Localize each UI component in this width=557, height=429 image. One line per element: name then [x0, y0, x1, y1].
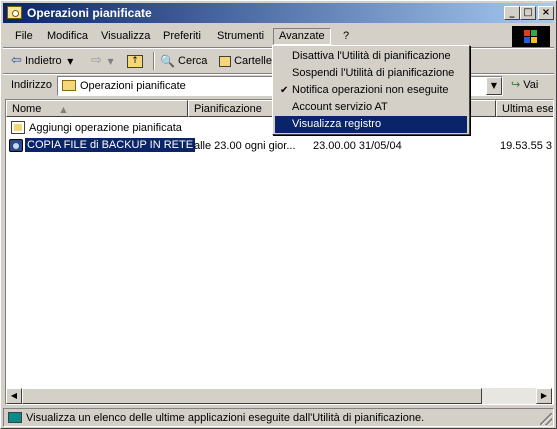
title-bar[interactable]: Operazioni pianificate _ □ ×: [3, 3, 554, 23]
menu-preferiti[interactable]: Preferiti: [157, 28, 207, 45]
menu-item-label: Sospendi l'Utilità di pianificazione: [292, 67, 455, 79]
status-bar: Visualizza un elenco delle ultime applic…: [3, 408, 554, 427]
task-name: Aggiungi operazione pianificata: [29, 122, 182, 134]
menu-item-label: Visualizza registro: [292, 118, 382, 130]
status-text: Visualizza un elenco delle ultime applic…: [26, 412, 425, 424]
menu-item-account-at[interactable]: Account servizio AT: [275, 99, 467, 116]
menu-strumenti[interactable]: Strumenti: [211, 28, 270, 45]
scheduled-tasks-folder-icon: [7, 6, 22, 19]
folders-icon: [219, 55, 231, 67]
horizontal-scrollbar[interactable]: ◀ ▶: [6, 388, 552, 404]
menu-item-sospendi[interactable]: Sospendi l'Utilità di pianificazione: [275, 65, 467, 82]
menu-item-label: Account servizio AT: [292, 101, 388, 113]
menu-help[interactable]: ?: [337, 28, 355, 45]
maximize-button[interactable]: □: [520, 6, 536, 20]
go-button[interactable]: ↪ Vai: [511, 78, 538, 91]
address-label: Indirizzo: [11, 79, 52, 91]
menu-modifica[interactable]: Modifica: [41, 28, 94, 45]
windows-logo-icon: [512, 26, 550, 47]
back-arrow-icon: ⇦: [11, 53, 22, 69]
menu-avanzate[interactable]: Avanzate: [273, 28, 331, 45]
add-task-icon: [11, 121, 25, 134]
task-icon: [9, 139, 23, 152]
task-next-run: 23.00.00 31/05/04: [313, 140, 402, 152]
menu-item-notifica[interactable]: ✔ Notifica operazioni non eseguite: [275, 82, 467, 99]
folder-icon: [62, 80, 76, 91]
task-schedule: alle 23.00 ogni gior...: [194, 140, 296, 152]
back-button[interactable]: ⇦ Indietro ▼: [11, 52, 73, 70]
scroll-left-button[interactable]: ◀: [6, 388, 22, 404]
folders-label: Cartelle: [234, 55, 272, 67]
close-button[interactable]: ×: [538, 6, 554, 20]
column-header-ultima-esecuzione[interactable]: Ultima esec: [496, 100, 554, 117]
column-header-nome[interactable]: Nome ▲: [6, 100, 188, 117]
search-icon: 🔍: [160, 54, 175, 69]
back-label: Indietro: [24, 55, 62, 67]
search-label: Cerca: [178, 55, 208, 67]
up-folder-icon: ↑: [127, 54, 143, 68]
minimize-button[interactable]: _: [504, 6, 520, 20]
scroll-thumb[interactable]: [22, 388, 482, 404]
back-dropdown-icon[interactable]: ▼: [65, 57, 73, 66]
menu-item-visualizza-registro[interactable]: Visualizza registro: [275, 116, 467, 133]
column-label-nome: Nome: [12, 103, 42, 115]
menu-bar: File Modifica Visualizza Preferiti Strum…: [3, 25, 554, 47]
task-name: COPIA FILE di BACKUP IN RETE: [25, 138, 196, 152]
explorer-window: Operazioni pianificate _ □ × File Modifi…: [0, 0, 557, 429]
avanzate-dropdown-menu: Disattiva l'Utilità di pianificazione So…: [272, 45, 470, 135]
scroll-right-button[interactable]: ▶: [536, 388, 552, 404]
window-title: Operazioni pianificate: [27, 6, 152, 20]
menu-visualizza[interactable]: Visualizza: [95, 28, 156, 45]
go-arrow-icon: ↪: [511, 78, 521, 91]
resize-grip-icon[interactable]: [540, 413, 552, 425]
column-label-pianificazione: Pianificazione: [194, 103, 262, 115]
forward-dropdown-icon[interactable]: ▼: [105, 57, 114, 66]
folders-button[interactable]: Cartelle: [219, 52, 272, 70]
task-last-run: 19.53.55 3: [500, 140, 552, 152]
address-value: Operazioni pianificate: [80, 80, 186, 92]
menu-item-label: Disattiva l'Utilità di pianificazione: [292, 50, 451, 62]
toolbar-separator: [153, 52, 155, 70]
sort-up-icon: ▲: [60, 105, 67, 114]
monitor-icon: [8, 412, 22, 423]
forward-arrow-icon: ⇨: [91, 53, 102, 69]
search-button[interactable]: 🔍 Cerca: [160, 52, 207, 70]
menu-file[interactable]: File: [9, 28, 39, 45]
go-label: Vai: [523, 79, 539, 91]
up-folder-button[interactable]: ↑: [127, 52, 143, 70]
column-label-ultima-esecuzione: Ultima esec: [502, 103, 554, 115]
check-icon: ✔: [280, 85, 289, 96]
menu-item-label: Notifica operazioni non eseguite: [292, 84, 449, 96]
list-item[interactable]: COPIA FILE di BACKUP IN RETE alle 23.00 …: [6, 138, 553, 154]
menu-item-disattiva[interactable]: Disattiva l'Utilità di pianificazione: [275, 48, 467, 65]
forward-button[interactable]: ⇨ ▼: [91, 52, 114, 70]
address-dropdown-button[interactable]: ▼: [486, 77, 502, 95]
task-list: Nome ▲ Pianificazione Ultima esec Aggiun…: [5, 99, 554, 405]
